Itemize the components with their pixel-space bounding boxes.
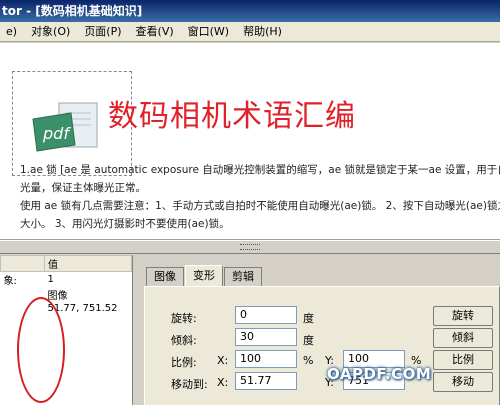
skew-row: 倾斜: 30 度 倾斜: [145, 328, 500, 350]
move-label: 移动到:: [171, 378, 208, 391]
menu-bar: e) 对象(O) 页面(P) 查看(V) 窗口(W) 帮助(H): [0, 22, 500, 42]
body-line: 使用 ae 锁有几点需要注意：1、手动方式或自拍时不能使用自动曝光(ae)锁。 …: [20, 200, 500, 212]
menu-window[interactable]: 窗口(W): [182, 22, 237, 42]
property-value: 51.77, 751.52: [47, 302, 118, 314]
scale-x-label: X:: [217, 354, 229, 367]
rotate-button[interactable]: 旋转: [433, 306, 493, 326]
body-line: 大小。 3、用闪光灯摄影时不要使用(ae)锁。: [20, 218, 230, 230]
property-key: [1, 287, 45, 302]
scale-x-unit: %: [303, 354, 314, 367]
move-x-input[interactable]: 51.77: [235, 372, 297, 390]
rotate-row: 旋转: 0 度 旋转: [145, 306, 500, 328]
tab-transform[interactable]: 变形: [185, 265, 223, 286]
panel-splitter[interactable]: [0, 240, 500, 254]
menu-help[interactable]: 帮助(H): [237, 22, 290, 42]
tab-clip[interactable]: 剪辑: [224, 267, 262, 286]
rotate-input[interactable]: 0: [235, 306, 297, 324]
rotate-unit: 度: [303, 312, 314, 325]
property-key: [1, 302, 45, 314]
table-row[interactable]: 51.77, 751.52: [1, 302, 132, 314]
document-body: 1.ae 锁 [ae 是 automatic exposure 自动曝光控制装置…: [20, 161, 500, 233]
table-row[interactable]: 图像: [1, 287, 132, 302]
skew-button[interactable]: 倾斜: [433, 328, 493, 348]
skew-input[interactable]: 30: [235, 328, 297, 346]
window-title-bar: tor - [数码相机基础知识]: [0, 0, 500, 22]
pdf-logo-text: pdf: [42, 124, 71, 143]
pdf-logo-icon: pdf: [32, 102, 98, 152]
body-line: 1.ae 锁 [ae 是 automatic exposure 自动曝光控制装置…: [20, 164, 500, 176]
document-title: 数码相机术语汇编: [108, 99, 356, 134]
menu-view[interactable]: 查看(V): [130, 22, 182, 42]
watermark-text: OAPDF.COM: [327, 365, 432, 383]
rotate-label: 旋转:: [171, 312, 197, 325]
menu-page[interactable]: 页面(P): [78, 22, 129, 42]
table-row[interactable]: 象: 1: [1, 272, 132, 287]
window-title: tor - [数码相机基础知识]: [2, 4, 143, 18]
skew-unit: 度: [303, 334, 314, 347]
property-key: 象:: [3, 276, 17, 287]
menu-object[interactable]: 对象(O): [25, 22, 78, 42]
tab-image[interactable]: 图像: [146, 267, 184, 286]
move-x-label: X:: [217, 376, 229, 389]
property-value-header: 值: [44, 255, 132, 272]
property-key-header: [0, 255, 45, 272]
property-value: 1: [47, 274, 54, 285]
property-value: 图像: [47, 291, 68, 302]
skew-label: 倾斜:: [171, 334, 197, 347]
tab-strip: 图像 变形 剪辑: [146, 265, 263, 286]
scale-x-input[interactable]: 100: [235, 350, 297, 368]
body-line: 光量，保证主体曝光正常。: [20, 182, 146, 194]
menu-edit[interactable]: e): [0, 22, 25, 42]
splitter-grip-icon[interactable]: [240, 244, 260, 250]
document-canvas[interactable]: pdf 数码相机术语汇编 1.ae 锁 [ae 是 automatic expo…: [0, 43, 500, 240]
scale-label: 比例:: [171, 356, 197, 369]
object-properties-panel: 值 象: 1 图像 51.77, 751.52: [0, 255, 133, 405]
